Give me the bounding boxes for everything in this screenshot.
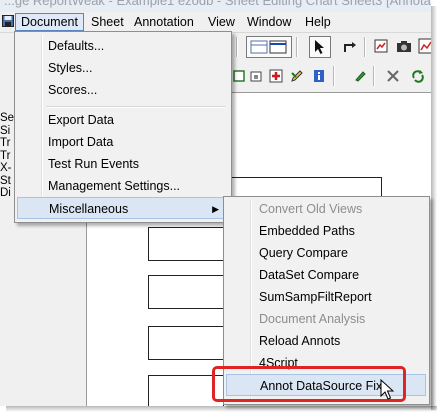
save-icon[interactable] <box>2 15 14 27</box>
menu-item-label: Convert Old Views <box>259 202 363 216</box>
chart-node[interactable] <box>148 326 224 360</box>
pencil-icon <box>291 70 303 82</box>
menu-item-label: Embedded Paths <box>259 224 355 238</box>
draw-button[interactable] <box>350 66 370 86</box>
menu-sheet[interactable]: Sheet <box>86 14 129 30</box>
refresh-button[interactable] <box>408 66 428 86</box>
tree-item[interactable]: Di <box>0 187 14 200</box>
menu-item-label: Export Data <box>48 113 115 127</box>
table-layout-icon <box>250 40 287 54</box>
menu-item-test-run-events[interactable]: Test Run Events <box>17 153 228 175</box>
tree-item[interactable]: Tr <box>0 150 14 163</box>
square-icon <box>250 71 262 82</box>
menu-item-defaults[interactable]: Defaults... <box>17 35 228 57</box>
chart-node[interactable] <box>148 227 224 261</box>
box-button[interactable] <box>246 66 266 86</box>
window-shadow <box>431 6 437 410</box>
tree-item[interactable]: Tr <box>0 137 14 150</box>
menu-separator <box>46 106 226 108</box>
menu-item-label: Document Analysis <box>259 312 366 326</box>
tree-item[interactable]: X- <box>0 162 14 175</box>
menu-item-scores[interactable]: Scores... <box>17 79 228 101</box>
menu-item-label: Query Compare <box>259 246 348 260</box>
menu-item-label: Styles... <box>48 61 93 75</box>
node-icon <box>233 70 245 82</box>
toolbar-separator <box>333 66 335 86</box>
menu-item-label: Defaults... <box>48 39 105 53</box>
elbow-connector-icon <box>344 42 356 52</box>
menu-item-label: Test Run Events <box>48 157 140 171</box>
menu-item-label: DataSet Compare <box>259 268 360 282</box>
report-button[interactable] <box>371 36 391 56</box>
toolbar-separator <box>373 66 375 86</box>
menu-annotation[interactable]: Annotation <box>129 14 199 30</box>
submenu-item-query-compare[interactable]: Query Compare <box>226 242 426 264</box>
menu-bar: Document Sheet Annotation View Window He… <box>0 12 431 33</box>
menu-document[interactable]: Document <box>15 13 84 31</box>
window-title: ...ge ReportWeak - Example1 ezodb - Shee… <box>4 0 431 8</box>
highlight-outline <box>212 366 406 402</box>
submenu-item-dataset-compare[interactable]: DataSet Compare <box>226 264 426 286</box>
add-button[interactable] <box>266 66 286 86</box>
info-button[interactable] <box>309 66 329 86</box>
menu-item-miscellaneous[interactable]: Miscellaneous ▶ <box>17 197 228 219</box>
camera-icon <box>397 41 411 52</box>
menu-item-label: Management Settings... <box>48 179 181 193</box>
pointer-icon <box>315 40 324 54</box>
toolbar-separator <box>236 37 238 57</box>
crossed-icon <box>387 70 399 82</box>
menu-item-label: Scores... <box>48 83 98 97</box>
left-tree-panel: Se Si Tr Tr X- St Di <box>0 112 14 232</box>
submenu-item-convert-old-views[interactable]: Convert Old Views <box>226 198 426 220</box>
submenu-item-reload-annots[interactable]: Reload Annots <box>226 330 426 352</box>
menu-item-styles[interactable]: Styles... <box>17 57 228 79</box>
menu-help[interactable]: Help <box>300 14 336 30</box>
layout-toggle-button[interactable] <box>246 36 292 58</box>
edit-button[interactable] <box>287 66 307 86</box>
connector-button[interactable] <box>340 36 360 56</box>
report-icon <box>374 39 388 53</box>
select-pointer-button[interactable] <box>309 36 331 58</box>
submenu-item-embedded-paths[interactable]: Embedded Paths <box>226 220 426 242</box>
menu-item-label: Import Data <box>48 135 114 149</box>
menu-item-label: Reload Annots <box>259 334 341 348</box>
menu-item-label: Miscellaneous <box>49 202 129 216</box>
plus-icon <box>269 69 283 83</box>
menu-view[interactable]: View <box>203 14 240 30</box>
tree-item[interactable]: Si <box>0 125 14 138</box>
tree-item[interactable]: Se <box>0 112 14 125</box>
cut-button[interactable] <box>383 66 403 86</box>
menu-item-import-data[interactable]: Import Data <box>17 131 228 153</box>
menu-item-export-data[interactable]: Export Data <box>17 109 228 131</box>
info-icon <box>314 70 324 82</box>
line-chart-icon <box>418 38 431 54</box>
chart-button[interactable] <box>416 36 431 56</box>
camera-button[interactable] <box>394 36 414 56</box>
submenu-arrow-icon: ▶ <box>212 204 219 214</box>
pen-icon <box>355 71 366 82</box>
refresh-icon <box>412 70 424 83</box>
submenu-item-sumsampfiltreport[interactable]: SumSampFiltReport <box>226 286 426 308</box>
chart-node[interactable] <box>148 275 224 309</box>
toolbar-separator <box>296 37 298 57</box>
document-menu: Defaults... Styles... Scores... Export D… <box>14 31 232 223</box>
submenu-item-document-analysis[interactable]: Document Analysis <box>226 308 426 330</box>
window-shadow <box>6 406 437 412</box>
menu-item-label: SumSampFiltReport <box>259 290 372 304</box>
tree-item[interactable]: St <box>0 175 14 188</box>
menu-window[interactable]: Window <box>242 14 296 30</box>
title-bar: ...ge ReportWeak - Example1 ezodb - Shee… <box>0 0 431 12</box>
toolbar-separator <box>364 37 366 57</box>
mouse-cursor-icon <box>380 379 394 400</box>
menu-item-management-settings[interactable]: Management Settings... <box>17 175 228 197</box>
